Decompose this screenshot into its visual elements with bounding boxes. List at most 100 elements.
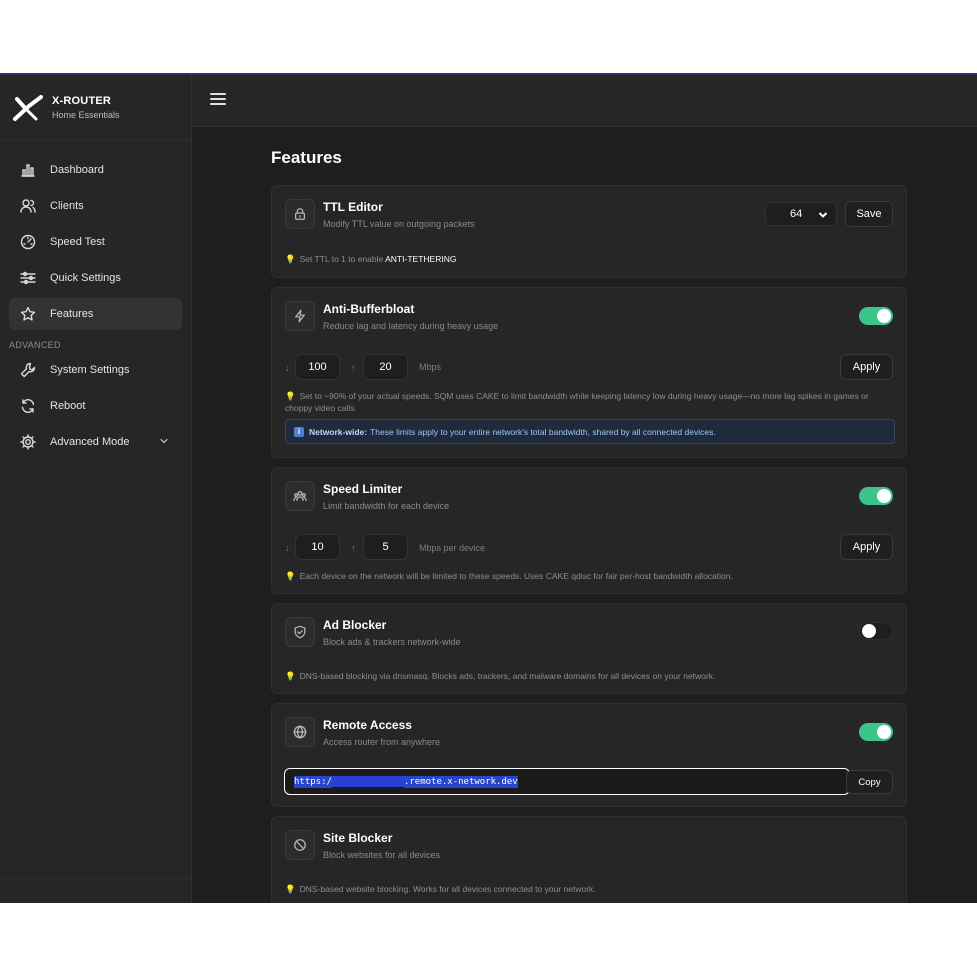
site-blocker-hint: 💡 DNS-based website blocking. Works for a… (285, 883, 606, 895)
sidebar-item-clients[interactable]: Clients (9, 190, 182, 222)
remote-url-field[interactable]: https:/ .remote.x-network.dev (284, 768, 850, 795)
copy-url-button[interactable]: Copy (846, 770, 893, 794)
speed-limiter-toggle[interactable] (859, 487, 893, 505)
sidebar-item-label: Features (50, 308, 94, 320)
shield-check-icon (285, 617, 315, 647)
network-wide-info-box: i Network-wide: These limits apply to yo… (285, 419, 895, 444)
info-box-text: These limits apply to your entire networ… (370, 426, 716, 437)
brand-name: X-ROUTER (52, 95, 112, 107)
lock-icon (285, 199, 315, 229)
sidebar-item-label: Quick Settings (50, 272, 121, 284)
lightning-icon (285, 301, 315, 331)
users-icon (20, 198, 36, 214)
site-blocker-subtitle: Block websites for all devices (323, 850, 441, 860)
lightbulb-icon: 💡 (285, 391, 296, 401)
sidebar-item-label: Reboot (50, 400, 86, 412)
device-download-limit-input[interactable]: 10 (295, 534, 340, 560)
sidebar-item-dashboard[interactable]: Dashboard (9, 154, 182, 186)
sidebar-item-label: Advanced Mode (50, 436, 130, 448)
refresh-icon (20, 398, 36, 414)
speed-limiter-apply-button[interactable]: Apply (840, 534, 893, 560)
redacted-subdomain (331, 776, 404, 787)
lightbulb-icon: 💡 (285, 884, 296, 894)
info-box-strong: Network-wide: (309, 426, 368, 437)
page-title: Features (271, 148, 342, 167)
ttl-hint: 💡 Set TTL to 1 to enable ANTI-TETHERING (285, 253, 466, 265)
speed-unit-label: Mbps (419, 362, 442, 372)
ttl-hint-text: Set TTL to 1 to enable (299, 254, 384, 264)
site-blocker-card: Site Blocker Block websites for all devi… (271, 816, 907, 903)
site-blocker-title: Site Blocker (323, 831, 393, 845)
brand[interactable]: X-ROUTER Home Essentials (0, 75, 191, 141)
remote-access-toggle[interactable] (859, 723, 893, 741)
sidebar-section-advanced: ADVANCED (9, 340, 61, 350)
gear-icon (20, 434, 36, 450)
remote-access-subtitle: Access router from anywhere (323, 737, 441, 747)
upload-speed-input[interactable]: 20 (363, 354, 408, 380)
sidebar-footer-divider (0, 878, 191, 879)
x-router-logo (13, 94, 43, 121)
speed-limiter-title: Speed Limiter (323, 482, 403, 496)
sidebar-item-system-settings[interactable]: System Settings (9, 354, 182, 386)
app-window: X-ROUTER Home Essentials Dashboard Clien… (0, 73, 977, 903)
remote-access-card: Remote Access Access router from anywher… (271, 703, 907, 807)
sidebar-item-label: Speed Test (50, 236, 105, 248)
ttl-save-button[interactable]: Save (845, 201, 893, 227)
ttl-editor-title: TTL Editor (323, 200, 383, 214)
remote-url-prefix: https:/ (294, 775, 332, 788)
sidebar-item-advanced-mode[interactable]: Advanced Mode (9, 426, 182, 458)
main-content: Features TTL Editor Modify TTL value on … (192, 127, 977, 903)
ad-blocker-hint-text: DNS-based blocking via dnsmasq. Blocks a… (299, 671, 716, 681)
sidebar-item-speed-test[interactable]: Speed Test (9, 226, 182, 258)
sidebar-item-label: System Settings (50, 364, 130, 376)
sidebar-item-reboot[interactable]: Reboot (9, 390, 182, 422)
ttl-editor-subtitle: Modify TTL value on outgoing packets (323, 219, 475, 229)
ttl-value-select[interactable]: 64 (765, 202, 837, 226)
download-speed-input[interactable]: 100 (295, 354, 340, 380)
remote-access-title: Remote Access (323, 718, 412, 732)
chevron-down-icon (818, 212, 828, 218)
anti-bufferbloat-subtitle: Reduce lag and latency during heavy usag… (323, 321, 499, 331)
ttl-editor-card: TTL Editor Modify TTL value on outgoing … (271, 185, 907, 278)
anti-bufferbloat-card: Anti-Bufferbloat Reduce lag and latency … (271, 287, 907, 458)
lightbulb-icon: 💡 (285, 571, 296, 581)
anti-bufferbloat-toggle[interactable] (859, 307, 893, 325)
bar-chart-icon (20, 162, 36, 178)
upload-arrow-icon: ↑ (351, 363, 356, 373)
block-icon (285, 830, 315, 860)
ttl-selected-value: 64 (790, 208, 803, 220)
speed-limiter-card: Speed Limiter Limit bandwidth for each d… (271, 467, 907, 594)
bufferbloat-hint: 💡 Set to ~90% of your actual speeds. SQM … (285, 390, 906, 414)
per-device-unit-label: Mbps per device (419, 543, 486, 553)
lightbulb-icon: 💡 (285, 671, 296, 681)
ad-blocker-subtitle: Block ads & trackers network-wide (323, 637, 461, 647)
ad-blocker-title: Ad Blocker (323, 618, 387, 632)
users-group-icon (285, 481, 315, 511)
download-arrow-icon: ↓ (285, 543, 290, 553)
sidebar-item-label: Dashboard (50, 164, 104, 176)
ad-blocker-toggle[interactable] (859, 622, 893, 640)
sidebar-item-quick-settings[interactable]: Quick Settings (9, 262, 182, 294)
download-arrow-icon: ↓ (285, 363, 290, 373)
device-upload-limit-input[interactable]: 5 (363, 534, 408, 560)
ad-blocker-hint: 💡 DNS-based blocking via dnsmasq. Blocks … (285, 670, 725, 682)
sidebar-item-label: Clients (50, 200, 84, 212)
hamburger-menu-icon[interactable] (210, 93, 226, 107)
info-icon: i (294, 426, 304, 437)
chevron-down-icon[interactable] (158, 435, 170, 450)
upload-arrow-icon: ↑ (351, 543, 356, 553)
brand-subtitle: Home Essentials (52, 110, 120, 120)
ttl-hint-highlight: ANTI-TETHERING (385, 254, 457, 264)
lightbulb-icon: 💡 (285, 254, 296, 264)
sidebar-item-features[interactable]: Features (9, 298, 182, 330)
wrench-icon (20, 362, 36, 378)
bufferbloat-apply-button[interactable]: Apply (840, 354, 893, 380)
remote-url-suffix: .remote.x-network.dev (403, 775, 518, 788)
top-bar (192, 75, 977, 127)
star-icon (20, 306, 36, 322)
anti-bufferbloat-title: Anti-Bufferbloat (323, 302, 415, 316)
bufferbloat-hint-text: Set to ~90% of your actual speeds. SQM u… (285, 391, 869, 413)
site-blocker-hint-text: DNS-based website blocking. Works for al… (299, 884, 596, 894)
gauge-icon (20, 234, 36, 250)
speed-limiter-hint-text: Each device on the network will be limit… (299, 571, 733, 581)
